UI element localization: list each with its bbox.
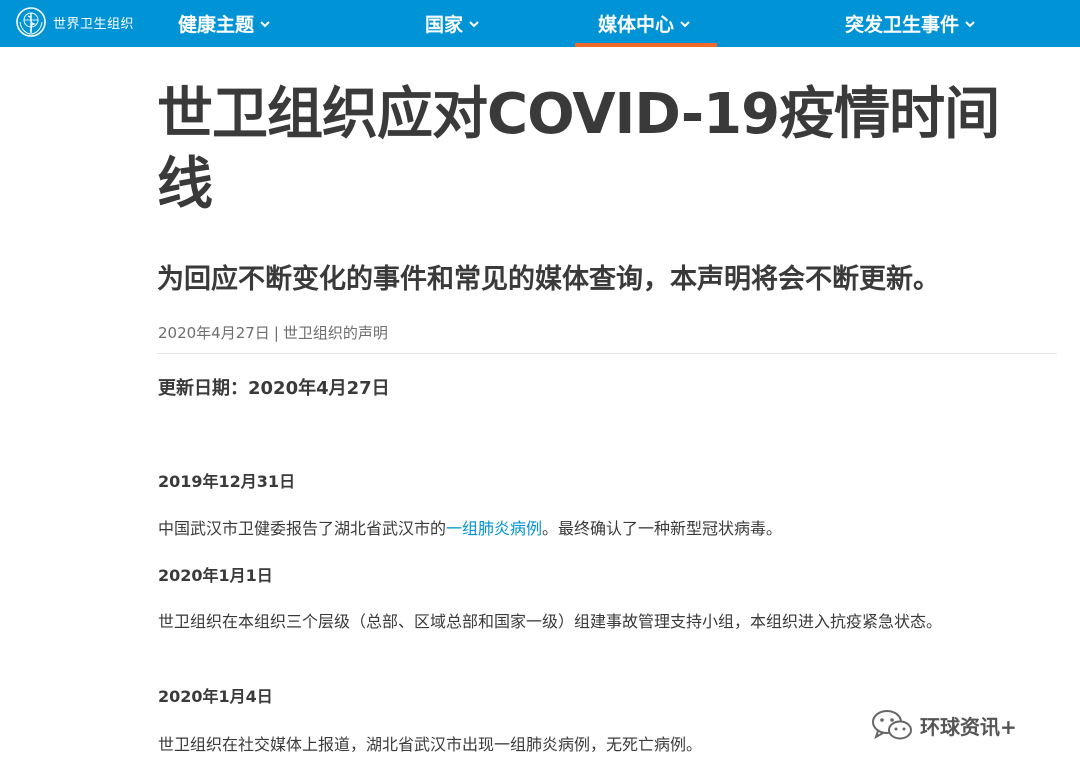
nav-item-emergencies[interactable]: 突发卫生事件	[845, 0, 975, 47]
divider	[157, 353, 1057, 354]
chevron-down-icon	[965, 20, 975, 27]
active-nav-indicator	[575, 43, 717, 47]
text-segment: 中国武汉市卫健委报告了湖北省武汉市的	[158, 519, 447, 538]
who-logo[interactable]: 世界卫生组织	[15, 5, 134, 39]
timeline-date: 2019年12月31日	[158, 472, 296, 491]
pneumonia-cases-link[interactable]: 一组肺炎病例	[446, 519, 542, 538]
nav-label: 突发卫生事件	[845, 14, 960, 36]
timeline-date: 2020年1月4日	[158, 687, 273, 706]
nav-item-media-centre[interactable]: 媒体中心	[598, 0, 690, 47]
article-type: 世卫组织的声明	[282, 324, 388, 342]
who-emblem-icon	[16, 7, 46, 37]
publish-date: 2020年4月27日	[158, 324, 270, 342]
watermark-text: 环球资讯+	[920, 714, 1017, 739]
nav-item-countries[interactable]: 国家	[425, 0, 479, 47]
chevron-down-icon	[260, 20, 270, 27]
timeline-date: 2020年1月1日	[158, 566, 273, 585]
text-segment: 。最终确认了一种新型冠状病毒。	[542, 519, 783, 538]
article-meta: 2020年4月27日 | 世卫组织的声明	[158, 322, 388, 344]
nav-label: 国家	[425, 14, 464, 36]
timeline-text: 中国武汉市卫健委报告了湖北省武汉市的一组肺炎病例。最终确认了一种新型冠状病毒。	[158, 515, 1043, 543]
meta-separator: |	[273, 324, 279, 342]
nav-label: 媒体中心	[598, 14, 675, 36]
update-date: 更新日期：2020年4月27日	[158, 378, 390, 399]
chevron-down-icon	[680, 20, 690, 27]
top-nav-bar: 世界卫生组织 健康主题 国家 媒体中心 突发卫生事件	[0, 0, 1080, 47]
watermark: 环球资讯+	[870, 705, 1017, 745]
nav-label: 健康主题	[178, 14, 255, 36]
page-title: 世卫组织应对COVID-19疫情时间线	[157, 82, 1000, 217]
wechat-icon	[872, 710, 912, 740]
chevron-down-icon	[469, 20, 479, 27]
timeline-text: 世卫组织在本组织三个层级（总部、区域总部和国家一级）组建事故管理支持小组，本组织…	[158, 612, 943, 631]
nav-item-health-topics[interactable]: 健康主题	[178, 0, 270, 47]
page-subtitle: 为回应不断变化的事件和常见的媒体查询，本声明将会不断更新。	[157, 264, 940, 295]
logo-text: 世界卫生组织	[53, 16, 135, 32]
